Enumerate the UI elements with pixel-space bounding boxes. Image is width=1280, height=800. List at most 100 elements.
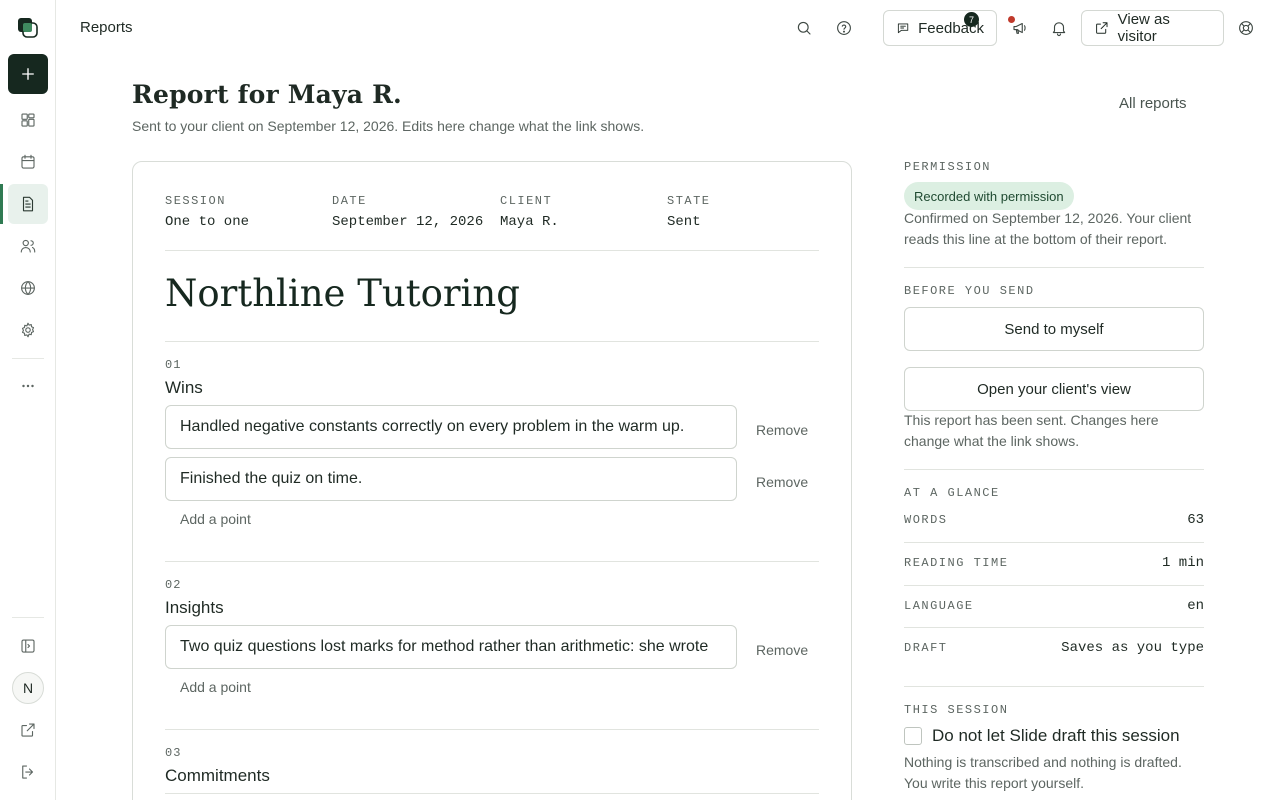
external-link-icon bbox=[21, 723, 35, 737]
divider bbox=[165, 793, 819, 794]
sent-note: This report has been sent. Changes here … bbox=[904, 412, 1159, 449]
nav-dashboard[interactable] bbox=[8, 100, 48, 140]
permission-label: PERMISSION bbox=[904, 160, 992, 174]
meta-client: CLIENT Maya R. bbox=[500, 194, 559, 230]
nav-calendar[interactable] bbox=[8, 142, 48, 182]
avatar[interactable]: N bbox=[12, 672, 44, 704]
bell-icon bbox=[1052, 22, 1066, 36]
nav-reports[interactable] bbox=[8, 184, 48, 224]
calendar-icon bbox=[21, 154, 35, 169]
section-title-commitments: Commitments bbox=[165, 766, 270, 785]
page-breadcrumb: Reports bbox=[80, 19, 133, 36]
plus-icon bbox=[22, 68, 34, 80]
meta-value: September 12, 2026 bbox=[332, 214, 484, 230]
support-button[interactable] bbox=[1234, 16, 1258, 40]
stat-row-reading-time: READING TIME 1 min bbox=[904, 555, 1204, 571]
send-to-myself-button[interactable]: Send to myself bbox=[904, 307, 1204, 351]
brand-name: Northline Tutoring bbox=[165, 272, 520, 315]
section-number: 03 bbox=[165, 746, 182, 760]
more-icon bbox=[22, 384, 34, 388]
meta-date: DATE September 12, 2026 bbox=[332, 194, 483, 230]
new-button[interactable] bbox=[8, 54, 48, 94]
remove-point-button[interactable]: Remove bbox=[756, 422, 808, 438]
rail-divider bbox=[12, 617, 44, 618]
open-external-button[interactable] bbox=[8, 710, 48, 750]
nav-clients[interactable] bbox=[8, 226, 48, 266]
search-button[interactable] bbox=[792, 16, 816, 40]
stat-row-draft: DRAFT Saves as you type bbox=[904, 640, 1204, 656]
meta-label: CLIENT bbox=[500, 194, 553, 208]
notification-dot bbox=[1008, 16, 1015, 23]
sidebar-toggle-button[interactable] bbox=[8, 626, 48, 666]
no-draft-checkbox-label[interactable]: Do not let Slide draft this session bbox=[932, 726, 1180, 746]
sidebar-toggle-icon bbox=[21, 639, 35, 653]
users-icon bbox=[20, 239, 36, 253]
divider bbox=[165, 561, 819, 562]
help-icon bbox=[837, 21, 851, 35]
divider bbox=[165, 250, 819, 251]
meta-session: SESSION One to one bbox=[165, 194, 249, 230]
meta-value: Sent bbox=[667, 214, 701, 230]
point-input[interactable]: Finished the quiz on time. bbox=[165, 457, 737, 501]
nav-settings[interactable] bbox=[8, 310, 48, 350]
meta-state: STATE Sent bbox=[667, 194, 711, 230]
message-icon bbox=[897, 23, 909, 34]
report-card: SESSION One to one DATE September 12, 20… bbox=[132, 161, 852, 800]
nav-website[interactable] bbox=[8, 268, 48, 308]
active-indicator bbox=[0, 184, 3, 224]
divider bbox=[904, 267, 1204, 268]
glance-label: AT A GLANCE bbox=[904, 486, 1000, 500]
permission-status-badge: Recorded with permission bbox=[904, 182, 1074, 210]
point-input[interactable]: Two quiz questions lost marks for method… bbox=[165, 625, 737, 669]
page-subtitle: Sent to your client on September 12, 202… bbox=[132, 118, 645, 134]
lifebuoy-icon bbox=[1239, 21, 1253, 35]
remove-point-button[interactable]: Remove bbox=[756, 474, 808, 490]
meta-label: STATE bbox=[667, 194, 711, 208]
section-number: 01 bbox=[165, 358, 182, 372]
no-draft-checkbox[interactable] bbox=[904, 727, 922, 745]
logout-button[interactable] bbox=[8, 752, 48, 792]
point-input[interactable]: Handled negative constants correctly on … bbox=[165, 405, 737, 449]
no-draft-note: Nothing is transcribed and nothing is dr… bbox=[904, 754, 1182, 791]
stat-key: READING TIME bbox=[904, 556, 1009, 570]
stat-row-words: WORDS 63 bbox=[904, 512, 1204, 528]
document-icon bbox=[22, 196, 34, 212]
divider bbox=[904, 585, 1204, 586]
stat-row-language: LANGUAGE en bbox=[904, 598, 1204, 614]
avatar-initial: N bbox=[22, 680, 34, 696]
search-icon bbox=[797, 21, 811, 35]
notifications-button[interactable] bbox=[1047, 16, 1071, 40]
help-button[interactable] bbox=[832, 16, 856, 40]
stat-value: 1 min bbox=[1161, 555, 1204, 571]
permission-note: Confirmed on September 12, 2026. Your cl… bbox=[904, 210, 1192, 247]
divider bbox=[165, 341, 819, 342]
view-as-visitor-label: View as visitor bbox=[1117, 11, 1170, 45]
add-point-button[interactable]: Add a point bbox=[180, 511, 251, 527]
gear-icon bbox=[21, 322, 35, 338]
more-button[interactable] bbox=[8, 366, 48, 406]
stat-value: 63 bbox=[1187, 512, 1204, 528]
globe-icon bbox=[21, 281, 35, 295]
section-number: 02 bbox=[165, 578, 182, 592]
add-point-button[interactable]: Add a point bbox=[180, 679, 251, 695]
external-link-icon bbox=[1096, 22, 1108, 34]
feedback-button[interactable]: Feedback bbox=[883, 10, 997, 46]
all-reports-link[interactable]: All reports bbox=[1119, 95, 1187, 112]
section-title-insights: Insights bbox=[165, 598, 224, 617]
stat-key: DRAFT bbox=[904, 641, 948, 655]
stat-value: en bbox=[1187, 598, 1204, 614]
divider bbox=[165, 729, 819, 730]
stat-key: WORDS bbox=[904, 513, 948, 527]
view-as-visitor-button[interactable]: View as visitor bbox=[1081, 10, 1224, 46]
left-rail: N bbox=[0, 0, 56, 800]
logout-icon bbox=[22, 765, 34, 779]
divider bbox=[904, 469, 1204, 470]
meta-label: DATE bbox=[332, 194, 367, 208]
divider bbox=[904, 542, 1204, 543]
remove-point-button[interactable]: Remove bbox=[756, 642, 808, 658]
app-logo-icon[interactable] bbox=[16, 16, 40, 40]
dashboard-icon bbox=[21, 113, 35, 127]
stat-key: LANGUAGE bbox=[904, 599, 974, 613]
meta-value: One to one bbox=[165, 214, 250, 230]
open-client-view-button[interactable]: Open your client's view bbox=[904, 367, 1204, 411]
